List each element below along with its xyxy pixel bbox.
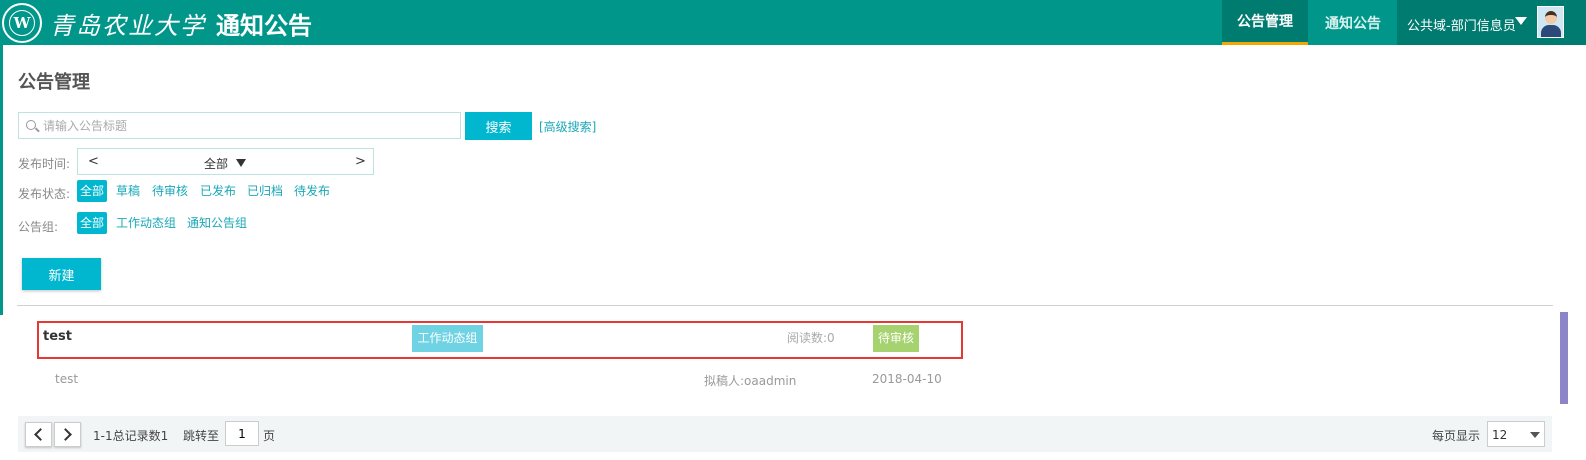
per-page-label: 每页显示 <box>1432 429 1481 443</box>
item-title[interactable]: test <box>43 329 72 344</box>
page-jump-input[interactable] <box>225 421 259 446</box>
search-box <box>18 112 461 139</box>
nav-tab-announcement-management[interactable]: 公告管理 <box>1222 0 1308 45</box>
status-filter-published[interactable]: 已发布 <box>200 180 236 202</box>
publish-time-picker[interactable]: < 全部 > <box>77 148 374 175</box>
caret-down-icon[interactable] <box>1515 17 1527 25</box>
publish-status-label: 发布状态: <box>18 187 71 201</box>
search-button[interactable]: 搜索 <box>465 112 532 140</box>
advanced-search-link[interactable]: [高级搜索] <box>539 118 596 135</box>
user-menu[interactable]: 公共域-部门信息员 <box>1397 0 1586 45</box>
item-group-badge: 工作动态组 <box>412 325 483 352</box>
status-filter-archived[interactable]: 已归档 <box>247 180 283 202</box>
seal-letter: W <box>9 10 35 36</box>
item-drafter: 拟稿人:oaadmin <box>704 374 797 388</box>
logo: W 青岛农业大学 通知公告 <box>2 3 312 43</box>
group-filter-all[interactable]: 全部 <box>77 212 108 234</box>
prev-period-button[interactable]: < <box>88 154 99 169</box>
pagination-bar: 1-1总记录数1 跳转至 页 每页显示 12 <box>18 416 1552 452</box>
page-unit-label: 页 <box>263 429 276 443</box>
divider <box>17 305 1553 306</box>
nav-tab-notices[interactable]: 通知公告 <box>1310 0 1396 45</box>
page-size-select[interactable]: 12 <box>1487 421 1545 447</box>
item-summary: test <box>55 372 79 386</box>
status-filter-pending[interactable]: 待审核 <box>152 180 188 202</box>
status-filter-draft[interactable]: 草稿 <box>116 180 140 202</box>
left-edge-bar <box>0 45 3 315</box>
search-input[interactable] <box>43 113 453 138</box>
item-read-count: 阅读数:0 <box>787 331 835 345</box>
university-seal-icon: W <box>2 3 42 43</box>
app-header: W 青岛农业大学 通知公告 公告管理 通知公告 公共域-部门信息员 <box>0 0 1586 45</box>
group-filter-notices[interactable]: 通知公告组 <box>187 212 247 234</box>
chevron-right-icon <box>59 428 72 441</box>
record-range: 1-1总记录数1 <box>93 429 169 443</box>
publish-time-label: 发布时间: <box>18 157 71 171</box>
caret-down-icon[interactable] <box>236 159 246 167</box>
jump-label: 跳转至 <box>183 429 220 443</box>
search-icon <box>26 120 36 130</box>
new-announcement-button[interactable]: 新建 <box>22 258 101 290</box>
next-page-button[interactable] <box>54 422 81 447</box>
avatar[interactable] <box>1537 6 1564 38</box>
next-period-button[interactable]: > <box>355 154 366 169</box>
item-date: 2018-04-10 <box>872 372 942 386</box>
status-badge: 待审核 <box>873 325 919 352</box>
status-filter-to-publish[interactable]: 待发布 <box>294 180 330 202</box>
scrollbar-thumb[interactable] <box>1560 312 1568 404</box>
app-title: 通知公告 <box>216 11 312 40</box>
group-filter-work-news[interactable]: 工作动态组 <box>116 212 176 234</box>
time-range-value[interactable]: 全部 <box>204 155 228 172</box>
chevron-left-icon <box>34 428 47 441</box>
prev-page-button[interactable] <box>25 422 52 447</box>
page-size-value: 12 <box>1492 428 1508 442</box>
caret-down-icon <box>1530 432 1540 438</box>
user-name: 公共域-部门信息员 <box>1407 19 1516 34</box>
school-name: 青岛农业大学 <box>50 11 206 40</box>
page-title: 公告管理 <box>18 72 90 93</box>
status-filter-all[interactable]: 全部 <box>77 180 108 202</box>
group-label: 公告组: <box>18 220 59 234</box>
